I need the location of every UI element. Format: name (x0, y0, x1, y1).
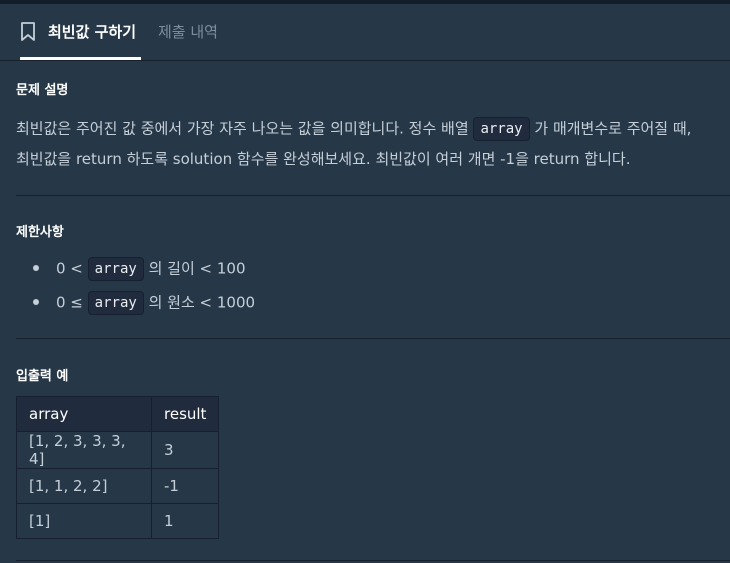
bookmark-icon[interactable] (20, 22, 36, 42)
table-header-row: array result (16, 396, 220, 432)
examples-title: 입출력 예 (16, 369, 69, 384)
cell-result: 1 (150, 503, 220, 539)
description-line-1: 최빈값은 주어진 값 중에서 가장 자주 나오는 값을 의미합니다. 정수 배열… (16, 117, 691, 141)
cell-result: 3 (150, 431, 220, 469)
constraint-suffix: 의 길이 < 100 (148, 259, 246, 278)
table-row: [1, 1, 2, 2] -1 (16, 468, 220, 504)
active-tab-underline (20, 57, 141, 60)
table-row: [1, 2, 3, 3, 3, 4] 3 (16, 431, 220, 469)
description-line-2: 최빈값을 return 하도록 solution 함수를 완성해보세요. 최빈값… (16, 150, 631, 168)
tab-submissions[interactable]: 제출 내역 (158, 4, 218, 60)
bullet (33, 299, 39, 305)
constraint-text: 0 < array 의 길이 < 100 (56, 257, 246, 281)
code-array: array (87, 257, 144, 281)
tab-problem-label: 최빈값 구하기 (48, 23, 137, 41)
code-array: array (473, 117, 530, 141)
constraints-title: 제한사항 (16, 225, 64, 240)
cell-array: [1] (16, 503, 152, 539)
table-row: [1] 1 (16, 503, 220, 539)
constraint-prefix: 0 < (56, 259, 83, 278)
divider (16, 560, 730, 561)
cell-result: -1 (150, 468, 220, 504)
column-header-result: result (150, 396, 220, 432)
bullet (33, 265, 39, 271)
constraint-text: 0 ≤ array 의 원소 < 1000 (56, 291, 255, 315)
divider (16, 338, 730, 339)
examples-table: array result [1, 2, 3, 3, 3, 4] 3 [1, 1,… (16, 396, 220, 539)
description-text-1a: 최빈값은 주어진 값 중에서 가장 자주 나오는 값을 의미합니다. 정수 배열 (16, 119, 469, 138)
column-header-array: array (16, 396, 152, 432)
description-title: 문제 설명 (16, 83, 69, 98)
tab-problem[interactable]: 최빈값 구하기 (20, 4, 141, 60)
code-array: array (87, 291, 144, 315)
description-text-1b: 가 매개변수로 주어질 때, (534, 119, 692, 138)
constraint-prefix: 0 ≤ (56, 293, 83, 312)
divider (16, 195, 730, 196)
tab-bar: 최빈값 구하기 제출 내역 (0, 4, 730, 61)
cell-array: [1, 2, 3, 3, 3, 4] (16, 431, 152, 469)
cell-array: [1, 1, 2, 2] (16, 468, 152, 504)
constraint-suffix: 의 원소 < 1000 (148, 293, 256, 312)
